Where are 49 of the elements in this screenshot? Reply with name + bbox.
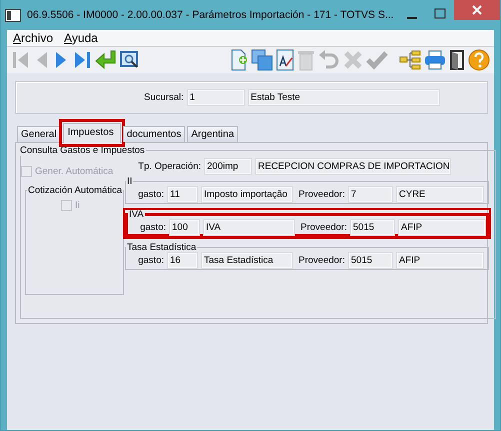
new-document-icon[interactable] [230,49,248,71]
input-field[interactable]: 200imp [204,158,252,175]
input-field[interactable]: Tasa Estadística [201,252,293,269]
input-field[interactable]: 5015 [348,252,393,269]
field-label: Proveedor: [300,222,348,233]
app-icon [5,8,21,22]
window-search-icon[interactable] [120,50,140,70]
tab[interactable]: General [17,126,61,142]
menu-item[interactable]: Ayuda [64,31,98,45]
input-field[interactable]: RECEPCION COMPRAS DE IMPORTACION [255,158,451,175]
input-field[interactable]: 5015 [350,219,395,236]
field-label: Sucursal: [144,92,185,103]
printer-icon[interactable] [424,50,446,70]
window-title: 06.9.5506 - IM0000 - 2.00.00.037 - Parámetros Importación - 171 - TOTVS S... [27,9,394,21]
input-field[interactable]: 7 [348,186,393,203]
input-field[interactable]: CYRE [396,186,484,203]
tree-icon[interactable] [399,50,421,70]
copy-icon[interactable] [251,49,273,71]
input-field[interactable]: Imposto importação [201,186,293,203]
input-field[interactable]: Estab Teste [248,89,440,106]
last-record-icon[interactable] [72,49,92,71]
input-field[interactable]: AFIP [398,219,486,236]
field-label: Proveedor: [298,189,346,200]
input-field[interactable]: AFIP [396,252,484,269]
group-title: Cotización Automática [27,185,123,196]
group-title: II [126,177,134,186]
edit-document-icon[interactable] [276,49,294,71]
group-title: Tasa Estadística [126,243,198,252]
input-field[interactable]: 16 [167,252,198,269]
help-icon[interactable] [468,49,490,71]
checkbox-label: Gener. Automática [35,166,114,177]
door-icon[interactable] [449,49,465,71]
field-label: Proveedor: [298,255,346,266]
group-title: Consulta Gastos e Impuestos [19,145,146,156]
field-label: gasto: [139,222,167,233]
input-field[interactable]: 1 [186,89,245,106]
menu-item[interactable]: Archivo [13,31,54,45]
input-field[interactable]: 100 [169,219,200,236]
field-label: gasto: [137,189,165,200]
enter-arrow-icon[interactable] [95,49,117,71]
field-label: Tp. Operación: [137,161,202,172]
checkbox-label: Ii [75,200,80,211]
group-title: IVA [128,210,145,219]
tab[interactable]: Argentina [187,126,238,142]
field-label: gasto: [137,255,165,266]
input-field[interactable]: IVA [203,219,295,236]
tab[interactable]: documentos [122,126,186,142]
close-icon[interactable] [454,0,500,20]
input-field[interactable]: 11 [167,186,198,203]
